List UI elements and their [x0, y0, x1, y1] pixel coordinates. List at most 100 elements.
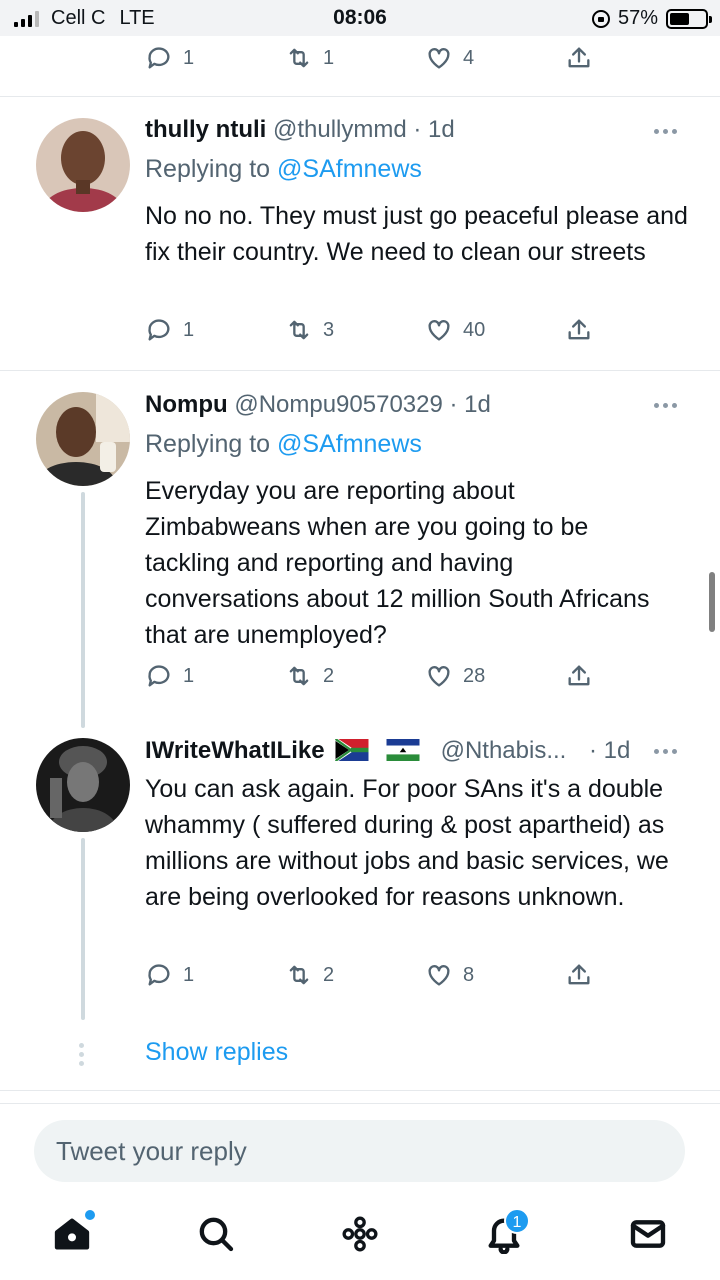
user-name[interactable]: IWriteWhatILike — [145, 737, 325, 764]
mention-link[interactable]: @SAfmnews — [277, 155, 422, 183]
reply-input[interactable]: Tweet your reply — [34, 1120, 685, 1182]
home-icon — [54, 1218, 90, 1250]
bottom-tab-bar: 1 — [0, 1200, 720, 1280]
tweet-header: thully ntuli @thullymmd · 1d — [145, 116, 455, 144]
divider — [0, 96, 720, 97]
heart-icon — [428, 320, 450, 341]
share-icon — [568, 319, 590, 340]
share-button[interactable] — [565, 316, 593, 344]
tab-spaces[interactable] — [340, 1214, 380, 1254]
more-options-icon[interactable] — [654, 400, 684, 410]
thread-line — [81, 838, 85, 1020]
orientation-lock-icon — [591, 9, 610, 28]
avatar[interactable] — [36, 118, 130, 212]
like-count: 8 — [463, 963, 475, 986]
reply-button[interactable]: 1 — [145, 961, 194, 989]
mail-icon — [630, 1220, 666, 1248]
replying-to: Replying to @SAfmnews — [145, 430, 422, 459]
replying-prefix: Replying to — [145, 155, 278, 183]
like-button[interactable]: 4 — [425, 44, 474, 72]
spaces-icon — [342, 1216, 378, 1252]
share-button[interactable] — [565, 662, 593, 690]
tab-notifications[interactable]: 1 — [484, 1208, 530, 1255]
retweet-button[interactable]: 2 — [285, 961, 334, 989]
reply-button[interactable]: 1 — [145, 662, 194, 690]
search-icon — [199, 1217, 234, 1252]
user-name[interactable]: Nompu — [145, 391, 228, 418]
reply-icon — [148, 319, 170, 341]
reply-count: 1 — [183, 318, 195, 341]
retweet-count: 1 — [323, 46, 335, 69]
reply-icon — [148, 964, 170, 986]
share-icon — [568, 964, 590, 985]
share-button[interactable] — [565, 44, 593, 72]
share-icon — [568, 47, 590, 68]
more-options-icon[interactable] — [654, 126, 684, 136]
replying-prefix: Replying to — [145, 430, 278, 458]
like-button[interactable]: 40 — [425, 316, 485, 344]
reply-icon — [148, 665, 170, 687]
tweet-actions-top: 1 1 4 — [145, 44, 605, 80]
like-count: 40 — [463, 318, 486, 341]
notifications-badge: 1 — [504, 1208, 530, 1234]
more-options-icon[interactable] — [654, 746, 684, 756]
lesotho-flag-icon — [386, 739, 420, 761]
new-content-dot — [85, 1210, 95, 1220]
tweet-time: · 1d — [589, 737, 631, 764]
divider — [0, 370, 720, 371]
show-replies-link[interactable]: Show replies — [145, 1038, 288, 1067]
reply-count: 1 — [183, 963, 195, 986]
tweet-text: No no no. They must just go peaceful ple… — [145, 202, 688, 266]
like-button[interactable]: 28 — [425, 662, 485, 690]
battery-percent: 57% — [617, 7, 658, 29]
retweet-button[interactable]: 2 — [285, 662, 334, 690]
retweet-icon — [289, 320, 309, 340]
scrollbar[interactable] — [709, 572, 715, 632]
battery-icon — [666, 8, 712, 29]
tab-messages[interactable] — [628, 1214, 668, 1254]
retweet-button[interactable]: 1 — [285, 44, 334, 72]
tweet-actions: 1 2 8 — [145, 961, 605, 997]
user-name[interactable]: thully ntuli — [145, 116, 266, 143]
status-bar: Cell C LTE 08:06 57% — [0, 0, 720, 36]
thread-line — [81, 492, 85, 728]
tweet-header: Nompu @Nompu90570329 · 1d — [145, 391, 491, 419]
thread-continuation-dots — [79, 1043, 84, 1066]
heart-icon — [428, 965, 450, 986]
reply-count: 1 — [183, 46, 195, 69]
retweet-count: 3 — [323, 318, 335, 341]
retweet-count: 2 — [323, 963, 335, 986]
mention-link[interactable]: @SAfmnews — [277, 430, 422, 458]
retweet-icon — [289, 666, 309, 686]
share-icon — [568, 665, 590, 686]
user-handle[interactable]: @Nthabis... — [441, 737, 567, 764]
composer-separator — [0, 1103, 720, 1104]
tweet-time: · 1d — [413, 116, 455, 143]
like-button[interactable]: 8 — [425, 961, 474, 989]
reply-button[interactable]: 1 — [145, 44, 194, 72]
like-count: 28 — [463, 664, 486, 687]
tweet-header: IWriteWhatILike @Nthabis... · 1d — [145, 737, 690, 765]
tweet-actions: 1 3 40 — [145, 316, 605, 352]
user-handle[interactable]: @Nompu90570329 — [234, 391, 443, 418]
reply-count: 1 — [183, 664, 195, 687]
tab-search[interactable] — [196, 1214, 236, 1254]
reply-icon — [148, 47, 170, 69]
heart-icon — [428, 48, 450, 69]
avatar[interactable] — [36, 392, 130, 486]
retweet-count: 2 — [323, 664, 335, 687]
heart-icon — [428, 666, 450, 687]
share-button[interactable] — [565, 961, 593, 989]
reply-button[interactable]: 1 — [145, 316, 194, 344]
retweet-button[interactable]: 3 — [285, 316, 334, 344]
tab-home[interactable] — [52, 1210, 95, 1254]
like-count: 4 — [463, 46, 475, 69]
tweet-text: You can ask again. For poor SAns it's a … — [145, 775, 669, 911]
avatar[interactable] — [36, 738, 130, 832]
user-handle[interactable]: @thullymmd — [273, 116, 407, 143]
retweet-icon — [289, 48, 309, 68]
retweet-icon — [289, 965, 309, 985]
tweet-text: Everyday you are reporting about Zimbabw… — [145, 477, 650, 649]
south-africa-flag-icon — [335, 739, 369, 761]
tweet-time: · 1d — [449, 391, 491, 418]
